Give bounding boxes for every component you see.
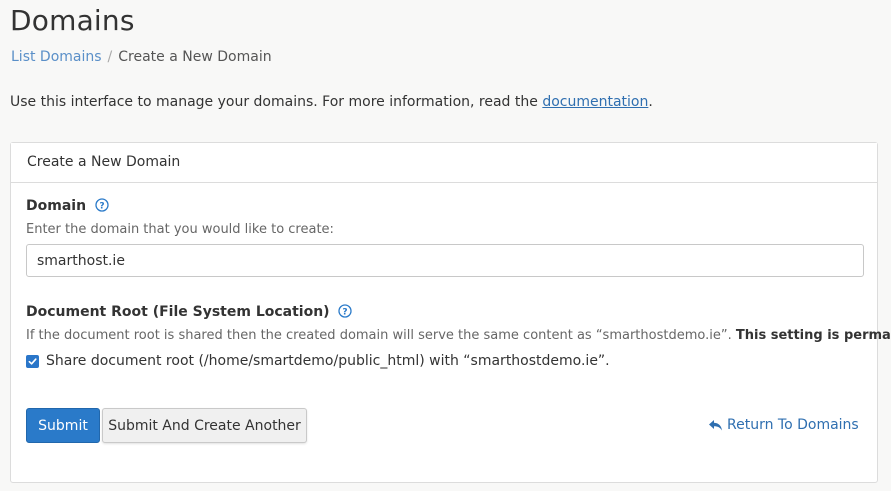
panel-heading: Create a New Domain <box>11 143 877 183</box>
breadcrumb: List Domains / Create a New Domain <box>11 49 272 65</box>
document-root-label-row: Document Root (File System Location) ? <box>26 304 353 320</box>
document-root-help-icon[interactable]: ? <box>338 304 353 318</box>
intro-suffix: . <box>648 94 653 110</box>
share-document-root-checkbox[interactable] <box>26 354 39 368</box>
breadcrumb-list-domains-link[interactable]: List Domains <box>11 49 102 65</box>
domain-hint: Enter the domain that you would like to … <box>26 222 334 237</box>
svg-text:?: ? <box>99 202 104 212</box>
permanent-setting-notice: This setting is permanent. <box>735 328 891 343</box>
reply-arrow-icon <box>709 419 722 430</box>
submit-and-create-another-button[interactable]: Submit And Create Another <box>102 408 307 443</box>
breadcrumb-separator: / <box>107 49 113 65</box>
domain-label: Domain <box>26 198 87 214</box>
submit-button[interactable]: Submit <box>26 408 100 443</box>
documentation-link[interactable]: documentation <box>542 94 648 110</box>
svg-text:?: ? <box>343 308 348 318</box>
return-to-domains-link[interactable]: Return To Domains <box>708 417 859 433</box>
document-root-label: Document Root (File System Location) <box>26 304 330 320</box>
intro-text-body: Use this interface to manage your domain… <box>10 94 543 110</box>
page-title: Domains <box>10 4 135 37</box>
domain-input[interactable] <box>26 244 864 277</box>
domain-label-row: Domain ? <box>26 198 109 214</box>
document-root-hint: If the document root is shared then the … <box>26 328 891 343</box>
share-document-root-label[interactable]: Share document root (/home/smartdemo/pub… <box>46 353 610 369</box>
domain-help-icon[interactable]: ? <box>95 198 109 212</box>
create-domain-panel: Create a New Domain Domain ? Enter the d… <box>10 142 891 483</box>
checkmark-icon <box>28 357 37 365</box>
return-to-domains-label[interactable]: Return To Domains <box>727 417 859 433</box>
document-root-hint-text: If the document root is shared then the … <box>26 328 732 343</box>
intro-text: Use this interface to manage your domain… <box>10 94 653 110</box>
page: Domains List Domains / Create a New Domain… <box>0 0 891 491</box>
share-document-root-row: Share document root (/home/smartdemo/pub… <box>26 353 610 369</box>
breadcrumb-current: Create a New Domain <box>118 49 272 65</box>
